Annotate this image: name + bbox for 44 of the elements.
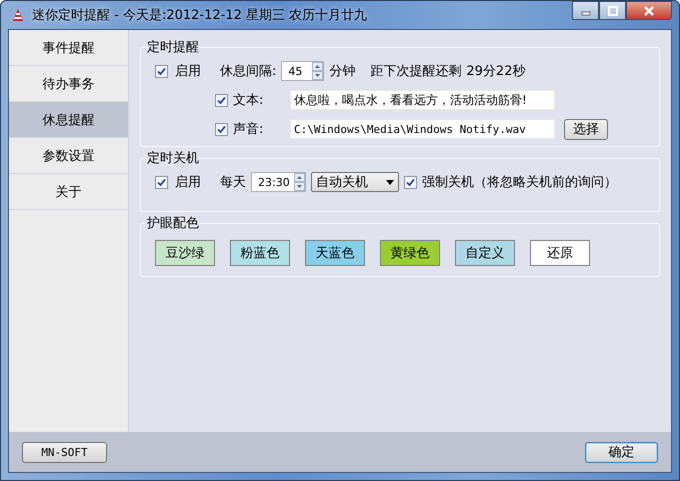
sidebar-item[interactable]: 关于 xyxy=(9,174,128,210)
countdown-label: 距下次提醒还剩 xyxy=(370,63,462,80)
checkbox[interactable] xyxy=(215,94,228,106)
group-title: 定时关机 xyxy=(147,150,199,167)
maximize-icon xyxy=(608,6,618,16)
countdown-value: 29分22秒 xyxy=(466,63,526,80)
sidebar-item[interactable]: 事件提醒 xyxy=(9,30,128,66)
ok-button[interactable]: 确定 xyxy=(585,442,658,462)
brand-button[interactable]: MN-SOFT xyxy=(22,442,107,462)
color-swatch-button[interactable]: 自定义 xyxy=(455,240,515,266)
group-title: 定时提醒 xyxy=(147,39,199,56)
color-swatch-button[interactable]: 豆沙绿 xyxy=(155,240,215,266)
app-icon xyxy=(10,7,26,23)
checkbox[interactable] xyxy=(155,176,168,188)
close-button[interactable] xyxy=(626,1,672,20)
minimize-button[interactable] xyxy=(572,1,599,20)
checkbox-label: 文本: xyxy=(233,92,264,109)
window-title: 迷你定时提醒 - 今天是:2012-12-12 星期三 农历十月廿九 xyxy=(32,7,368,24)
caret-icon xyxy=(386,180,394,184)
close-icon xyxy=(643,6,655,16)
sidebar-item[interactable]: 休息提醒 xyxy=(9,102,128,138)
time-spinner[interactable]: 23:30 xyxy=(251,172,306,192)
checkbox[interactable] xyxy=(155,64,168,78)
maximize-button[interactable] xyxy=(599,1,626,20)
color-swatch-button[interactable]: 粉蓝色 xyxy=(230,240,290,266)
checkbox[interactable] xyxy=(404,176,417,188)
unit-label: 分钟 xyxy=(329,63,356,80)
field-label: 休息间隔: xyxy=(220,63,276,80)
interval-spinner[interactable]: 45 xyxy=(281,61,324,81)
checkbox-label: 启用 xyxy=(175,63,201,80)
color-swatch-button[interactable]: 天蓝色 xyxy=(305,240,365,266)
group-title: 护眼配色 xyxy=(147,215,199,232)
checkbox[interactable] xyxy=(215,122,228,136)
field-label: 每天 xyxy=(220,174,246,191)
checkbox-label: 强制关机（将忽略关机前的询问） xyxy=(422,174,617,191)
file-path-field[interactable]: C:\Windows\Media\Windows Notify.wav xyxy=(290,119,555,139)
text-field[interactable]: 休息啦，喝点水，看看远方，活动活动筋骨! xyxy=(290,90,555,110)
browse-button[interactable]: 选择 xyxy=(564,118,608,140)
color-swatch-button[interactable]: 黄绿色 xyxy=(380,240,440,266)
checkbox-label: 声音: xyxy=(233,121,264,138)
sidebar-item[interactable]: 参数设置 xyxy=(9,138,128,174)
checkbox-label: 启用 xyxy=(175,174,201,191)
shutdown-mode-dropdown[interactable]: 自动关机 xyxy=(311,172,399,192)
color-swatch-button[interactable]: 还原 xyxy=(530,240,590,266)
